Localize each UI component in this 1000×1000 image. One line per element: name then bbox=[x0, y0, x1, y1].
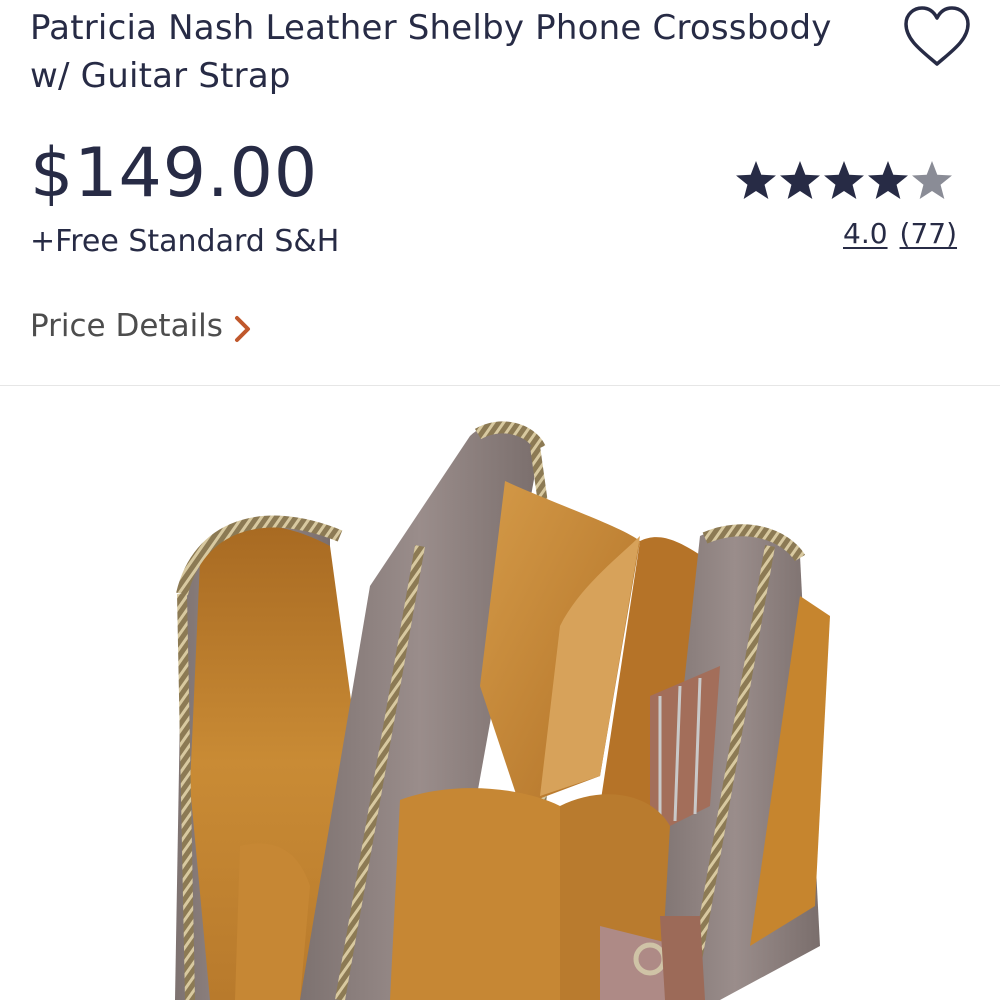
star-filled-icon bbox=[824, 161, 864, 199]
star-empty-icon bbox=[912, 161, 952, 199]
shipping-info: +Free Standard S&H bbox=[30, 224, 340, 259]
product-detail-page: Patricia Nash Leather Shelby Phone Cross… bbox=[0, 0, 1000, 1000]
chevron-right-icon bbox=[234, 316, 250, 342]
rating-value-link[interactable]: 4.0 bbox=[843, 217, 888, 250]
star-filled-icon bbox=[780, 161, 820, 199]
product-price: $149.00 bbox=[30, 134, 319, 213]
price-details-link[interactable]: Price Details bbox=[30, 303, 253, 349]
heart-outline-icon bbox=[904, 6, 970, 66]
product-image[interactable] bbox=[0, 386, 1000, 1000]
price-details-label: Price Details bbox=[30, 308, 223, 344]
rating-summary: 4.0 (77) bbox=[843, 214, 957, 254]
review-count-link[interactable]: (77) bbox=[900, 217, 957, 250]
favorite-button[interactable] bbox=[900, 4, 974, 70]
star-filled-icon bbox=[868, 161, 908, 199]
product-title: Patricia Nash Leather Shelby Phone Cross… bbox=[30, 8, 832, 96]
star-filled-icon bbox=[736, 161, 776, 199]
rating-stars[interactable] bbox=[734, 158, 954, 204]
